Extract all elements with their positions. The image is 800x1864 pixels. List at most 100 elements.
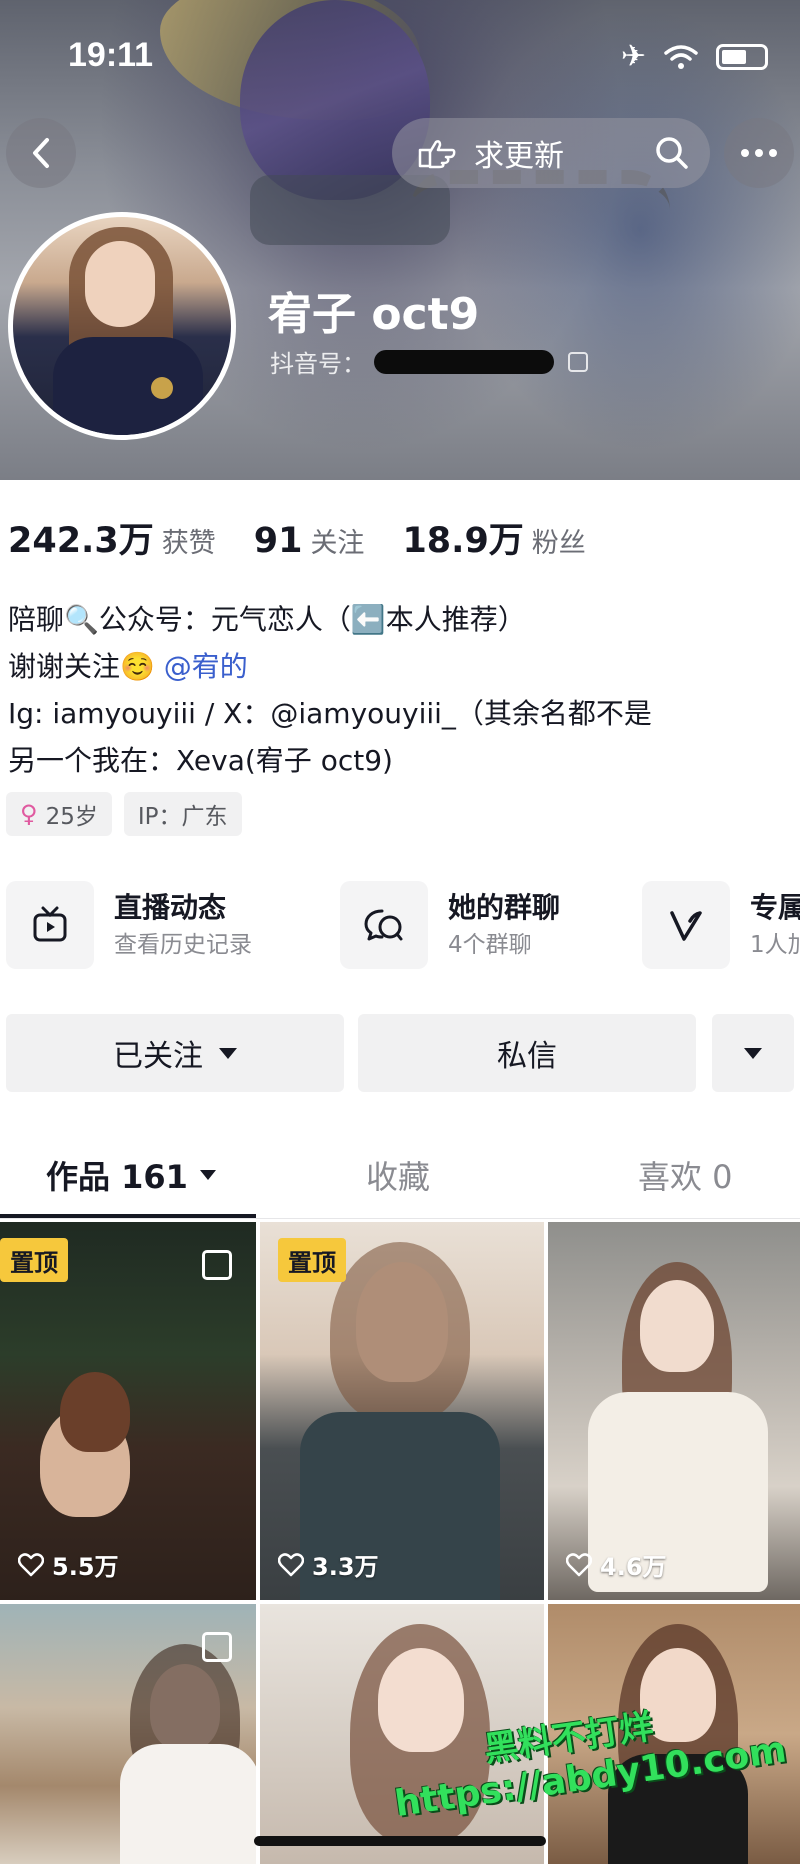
bio-text: 谢谢关注☺️ xyxy=(8,650,164,683)
stat-followers[interactable]: 18.9万 粉丝 xyxy=(402,512,585,563)
video-thumbnail[interactable]: 4.6万 xyxy=(548,1222,800,1600)
bio-line-with-mention: 谢谢关注☺️ @宥的 xyxy=(8,643,798,690)
video-subject-hair xyxy=(60,1372,130,1452)
point-hand-icon xyxy=(418,140,456,169)
stat-following-value: 91 xyxy=(253,521,303,561)
video-thumbnail[interactable] xyxy=(0,1604,256,1864)
stat-following[interactable]: 91 关注 xyxy=(254,521,365,561)
ip-location-tag: IP：广东 xyxy=(123,792,242,836)
heart-icon xyxy=(566,1552,592,1576)
profile-stats: 242.3万 获赞 91 关注 18.9万 粉丝 xyxy=(8,512,624,563)
video-subject xyxy=(640,1280,714,1372)
caret-down-icon xyxy=(219,1047,237,1059)
battery-icon xyxy=(716,44,768,70)
video-likes: 5.5万 xyxy=(18,1547,119,1582)
video-likes-count: 5.5万 xyxy=(52,1553,119,1581)
status-icons: ✈ xyxy=(621,42,768,72)
profile-actions: 已关注 私信 xyxy=(6,1014,800,1092)
stat-following-label: 关注 xyxy=(310,528,365,559)
multi-photo-icon xyxy=(202,1632,232,1662)
bio-line: Ig: iamyouyiii / X：@iamyouyiii_（其余名都不是 xyxy=(8,697,652,730)
more-dots-icon xyxy=(741,149,777,157)
message-label: 私信 xyxy=(497,1039,557,1074)
stat-likes-value: 242.3万 xyxy=(8,521,154,561)
feature-title: 她的群聊 xyxy=(448,891,561,924)
feature-cards: 直播动态 查看历史记录 她的群聊 4个群聊 专属 1人加 xyxy=(6,880,800,970)
back-button[interactable] xyxy=(6,118,76,188)
heart-icon xyxy=(278,1552,304,1576)
bio-line: 另一个我在：Xeva(宥子 oct9) xyxy=(8,744,393,777)
more-actions-button[interactable] xyxy=(712,1014,794,1092)
airplane-icon: ✈ xyxy=(620,39,646,74)
stat-likes-label: 获赞 xyxy=(161,528,216,559)
followed-button[interactable]: 已关注 xyxy=(6,1014,344,1092)
avatar-face xyxy=(85,241,155,327)
request-update-label: 求更新 xyxy=(474,139,564,174)
chevron-left-icon xyxy=(33,138,49,168)
stat-followers-value: 18.9万 xyxy=(402,521,524,561)
tab-divider xyxy=(0,1218,800,1219)
stat-likes[interactable]: 242.3万 获赞 xyxy=(8,512,216,563)
profile-banner: 19:11 ✈ 求更新 宥子 oct9 抖音号： xyxy=(0,0,800,480)
profile-bio: 陪聊🔍公众号：元气恋人（⬅️本人推荐） 谢谢关注☺️ @宥的 Ig: iamyo… xyxy=(8,596,798,784)
message-button[interactable]: 私信 xyxy=(358,1014,696,1092)
group-chat-icon xyxy=(340,881,428,969)
tab-likes[interactable]: 喜欢 0 xyxy=(638,1140,733,1210)
status-time: 19:11 xyxy=(68,36,154,74)
live-tv-icon xyxy=(6,881,94,969)
video-likes-count: 3.3万 xyxy=(312,1553,379,1581)
feature-title: 专属 xyxy=(750,891,800,924)
followed-label: 已关注 xyxy=(113,1039,203,1074)
avatar[interactable] xyxy=(8,212,236,440)
v-badge-icon xyxy=(642,881,730,969)
tab-likes-label: 喜欢 0 xyxy=(638,1158,733,1196)
heart-icon xyxy=(18,1552,44,1576)
status-bar: 19:11 ✈ xyxy=(0,0,800,110)
feature-subtitle: 1人加 xyxy=(750,932,800,958)
video-likes: 3.3万 xyxy=(278,1547,379,1582)
feature-group-chats[interactable]: 她的群聊 4个群聊 xyxy=(340,880,560,970)
video-subject-shirt xyxy=(120,1744,256,1864)
feature-title: 直播动态 xyxy=(114,891,227,924)
bio-mention-link[interactable]: @宥的 xyxy=(164,650,248,683)
more-options-button[interactable] xyxy=(724,118,794,188)
age-tag: ♀ 25岁 xyxy=(6,792,112,836)
avatar-uniform xyxy=(53,337,203,435)
bio-line: 陪聊🔍公众号：元气恋人（⬅️本人推荐） xyxy=(8,603,526,636)
avatar-badge xyxy=(151,377,173,399)
douyin-id-label: 抖音号： xyxy=(270,350,366,378)
copy-icon[interactable] xyxy=(568,351,588,372)
search-icon[interactable] xyxy=(652,133,692,173)
multi-photo-icon xyxy=(202,1250,232,1280)
home-indicator[interactable] xyxy=(254,1836,546,1846)
wifi-icon xyxy=(664,45,698,69)
douyin-id-row: 抖音号： xyxy=(270,344,588,379)
caret-down-icon xyxy=(199,1170,216,1180)
pinned-badge: 置顶 xyxy=(278,1238,346,1282)
profile-name: 宥子 oct9 xyxy=(268,289,480,340)
feature-live-history[interactable]: 直播动态 查看历史记录 xyxy=(6,880,252,970)
ip-location-label: IP：广东 xyxy=(137,804,228,830)
video-likes: 4.6万 xyxy=(566,1547,667,1582)
stat-followers-label: 粉丝 xyxy=(531,528,586,559)
content-tabs: 作品 161 收藏 喜欢 0 xyxy=(0,1140,800,1220)
video-likes-count: 4.6万 xyxy=(600,1553,667,1581)
caret-down-icon xyxy=(744,1047,762,1059)
pinned-badge: 置顶 xyxy=(0,1238,68,1282)
video-photo xyxy=(548,1222,800,1600)
tab-works[interactable]: 作品 161 xyxy=(46,1140,216,1210)
feature-subtitle: 查看历史记录 xyxy=(114,932,252,958)
female-icon: ♀ xyxy=(20,800,38,828)
douyin-id-redacted xyxy=(374,349,554,374)
feature-exclusive[interactable]: 专属 1人加 xyxy=(642,880,800,970)
age-label: 25岁 xyxy=(45,804,98,830)
video-subject-hair xyxy=(330,1242,470,1422)
request-update-button[interactable]: 求更新 xyxy=(392,118,710,188)
video-thumbnail[interactable]: 置顶 5.5万 xyxy=(0,1222,256,1600)
tab-favorites-label: 收藏 xyxy=(366,1158,431,1196)
tab-works-label: 作品 161 xyxy=(46,1158,188,1196)
profile-tags: ♀ 25岁 IP：广东 xyxy=(6,792,242,836)
feature-subtitle: 4个群聊 xyxy=(448,932,532,958)
video-thumbnail[interactable]: 置顶 3.3万 xyxy=(260,1222,544,1600)
tab-favorites[interactable]: 收藏 xyxy=(366,1140,430,1210)
